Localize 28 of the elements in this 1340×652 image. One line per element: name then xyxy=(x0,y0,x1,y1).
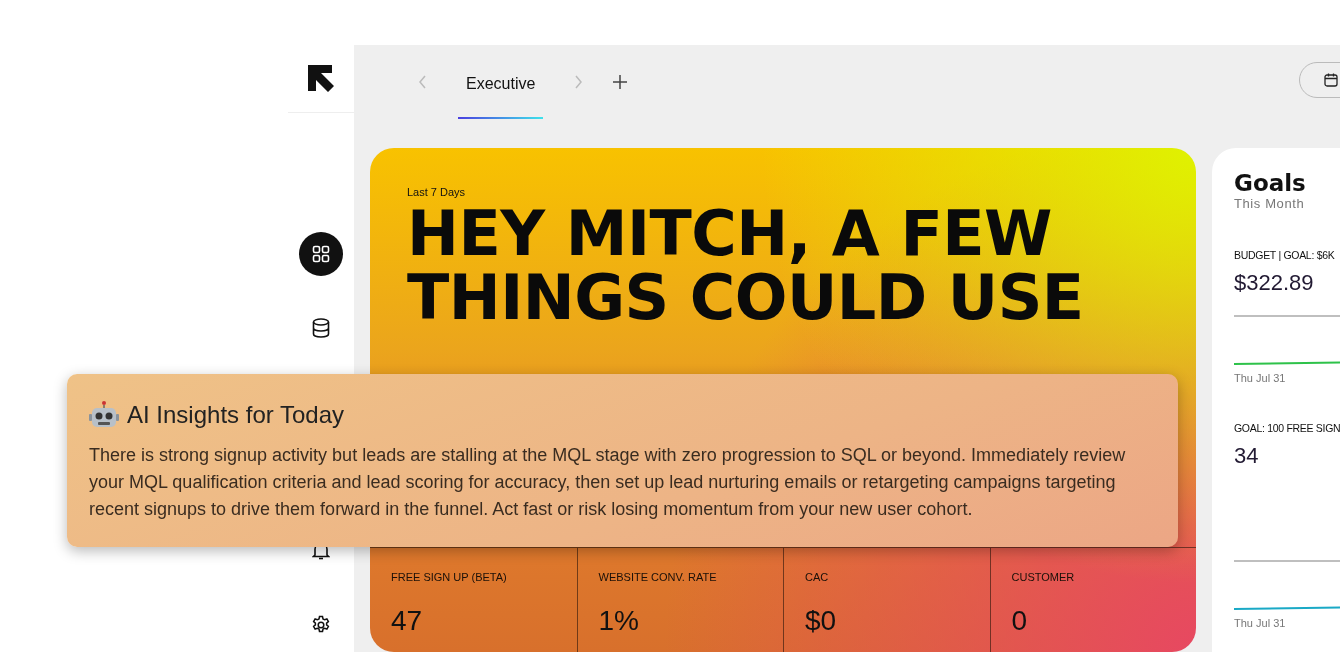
goal-label: GOAL: 100 FREE SIGN xyxy=(1234,422,1340,434)
headline: HEY MITCH, A FEW THINGS COULD USE xyxy=(407,202,1085,330)
chart-date: Thu Jul 31 xyxy=(1234,372,1287,384)
stat-label: FREE SIGN UP (BETA) xyxy=(391,571,508,583)
settings-icon xyxy=(311,615,331,635)
stat-value: $0 xyxy=(805,605,838,637)
add-tab-icon[interactable] xyxy=(613,75,628,89)
stat-label: CUSTOMER xyxy=(1011,571,1076,583)
database-icon xyxy=(312,318,330,338)
dashboard-icon xyxy=(312,245,330,263)
logo-icon[interactable] xyxy=(308,65,334,92)
chart-date: Thu Jul 31 xyxy=(1234,617,1287,629)
calendar-icon xyxy=(1324,73,1338,87)
stat-label: WEBSITE CONV. RATE xyxy=(598,571,718,583)
stat-value: 47 xyxy=(391,605,424,637)
panel-subtitle: This Month xyxy=(1234,196,1306,211)
period-label: Last 7 Days xyxy=(407,186,467,198)
goal-value: 34 xyxy=(1234,443,1260,469)
stat-value: 0 xyxy=(1011,605,1029,637)
sidebar-nav-button[interactable] xyxy=(299,232,343,276)
goal-label: BUDGET | GOAL: $6K xyxy=(1234,249,1336,261)
insight-text: There is strong signup activity but leads are stalling at the MQL stage with zero progression to SQL or beyond. Immediately review your MQL qualification criteria and lead scoring for accuracy, then set up lead nurturing emails or retargeting campaigns targeting recent signups to drive them forward in the funnel. Act fast or risk losing momentum from your new user cohort. xyxy=(89,444,1127,521)
stat-label: CAC xyxy=(805,571,830,583)
goal-value: $322.89 xyxy=(1234,270,1315,296)
panel-title: Goals xyxy=(1234,170,1307,196)
card-title: AI Insights for Today xyxy=(127,401,344,429)
robot-icon xyxy=(89,400,119,430)
stat-value: 1% xyxy=(598,605,640,637)
